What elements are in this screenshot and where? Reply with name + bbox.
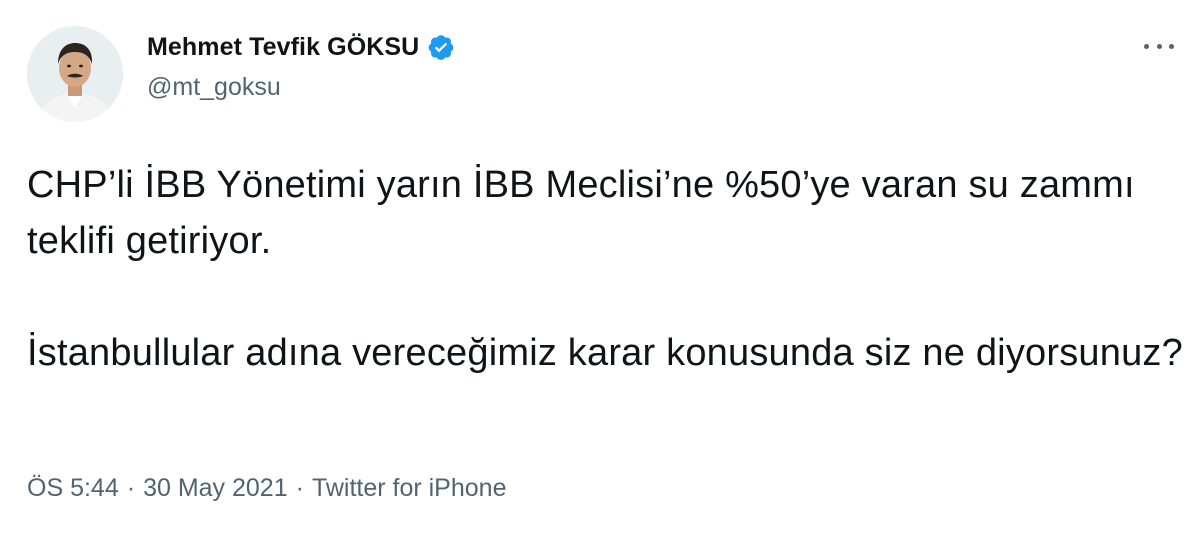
name-row: Mehmet Tevfik GÖKSU [147, 30, 455, 64]
tweet-time-link[interactable]: ÖS 5:44 [27, 474, 119, 502]
author-display-name[interactable]: Mehmet Tevfik GÖKSU [147, 33, 419, 62]
ellipsis-dot [1156, 43, 1162, 49]
ellipsis-dot [1144, 43, 1149, 49]
separator: · [126, 474, 136, 502]
tweet-text: CHP’li İBB Yönetimi yarın İBB Meclisi’ne… [27, 157, 1197, 381]
ellipsis-dot [1169, 43, 1174, 49]
author-handle[interactable]: @mt_goksu [147, 73, 455, 102]
avatar[interactable] [27, 26, 123, 122]
tweet-paragraph: CHP’li İBB Yönetimi yarın İBB Meclisi’ne… [27, 164, 1135, 262]
tweet-card: Mehmet Tevfik GÖKSU @mt_goksu CHP’li İBB… [0, 0, 1200, 533]
tweet-paragraph: İstanbullular adına vereceğimiz karar ko… [27, 332, 1183, 374]
separator: · [295, 474, 304, 502]
verified-badge-icon [427, 33, 455, 61]
tweet-metadata: ÖS 5:44 · 30 May 2021 · Twitter for iPhone [27, 474, 506, 503]
more-options-button[interactable] [1144, 36, 1174, 56]
tweet-source-link[interactable]: Twitter for iPhone [312, 474, 507, 502]
author-block: Mehmet Tevfik GÖKSU @mt_goksu [147, 30, 455, 102]
tweet-date-link[interactable]: 30 May 2021 [143, 474, 288, 502]
profile-photo-icon [27, 26, 123, 122]
